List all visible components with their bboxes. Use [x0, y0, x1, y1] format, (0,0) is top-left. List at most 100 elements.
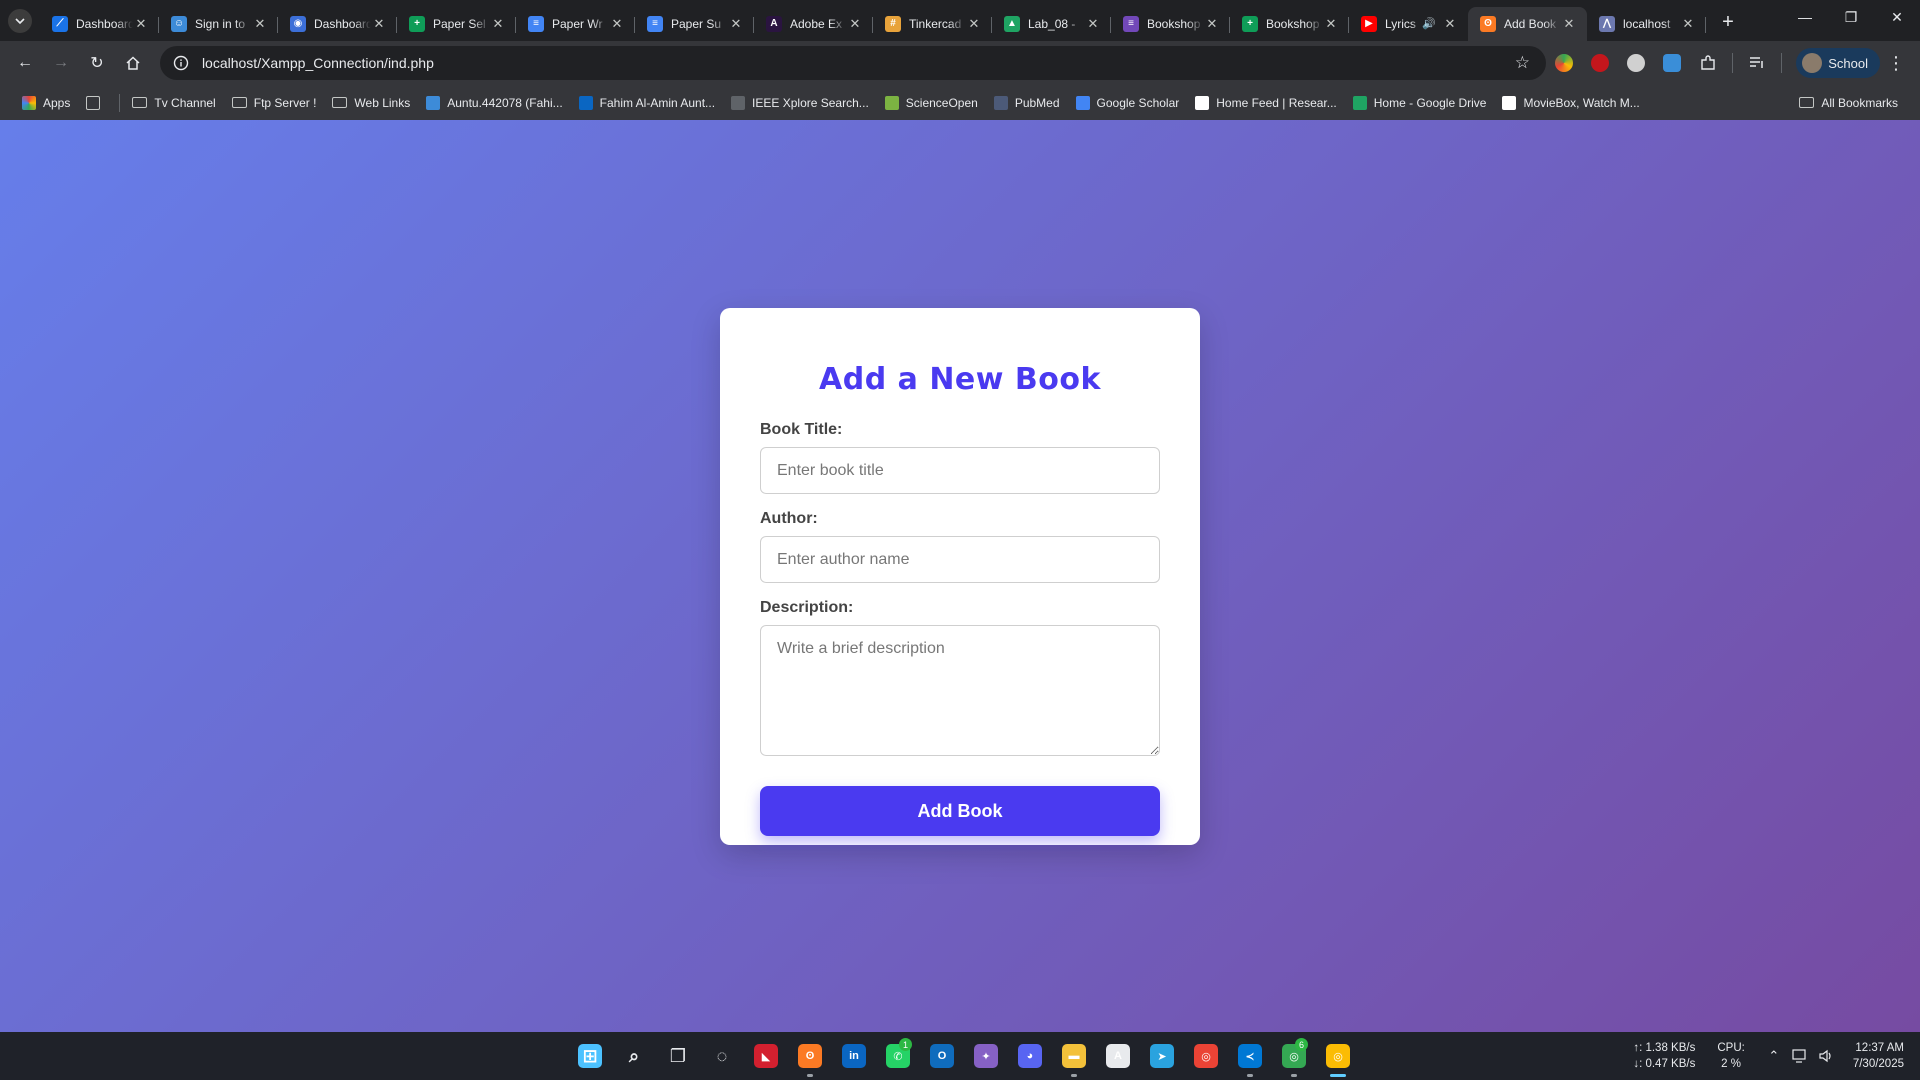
close-tab-icon[interactable]: ✕ [1561, 16, 1577, 32]
taskbar-app[interactable]: ❐ [656, 1032, 700, 1080]
extension-button[interactable] [1618, 46, 1654, 80]
bookmark-item[interactable]: Auntu.442078 (Fahi... [418, 89, 570, 117]
restore-icon[interactable]: ❐ [1828, 0, 1874, 34]
bookmark-item[interactable]: Web Links [324, 89, 418, 117]
extension-button[interactable] [1546, 46, 1582, 80]
extension-button[interactable] [1582, 46, 1618, 80]
taskbar-app[interactable]: ◌ [700, 1032, 744, 1080]
show-hidden-icons-icon[interactable]: ⌃ [1761, 1032, 1787, 1080]
tab[interactable]: ▲ Lab_08 - ✕ [992, 7, 1111, 41]
tab[interactable]: ◉ Dashboard ✕ [278, 7, 397, 41]
taskbar-app[interactable]: ✆ 1 [876, 1032, 920, 1080]
bookmark-item[interactable]: Google Scholar [1068, 89, 1188, 117]
taskbar-app[interactable]: ◕ [1008, 1032, 1052, 1080]
app-store-icon: A [1106, 1044, 1130, 1068]
close-window-icon[interactable]: ✕ [1874, 0, 1920, 34]
close-tab-icon[interactable]: ✕ [371, 16, 387, 32]
close-tab-icon[interactable]: ✕ [1204, 16, 1220, 32]
taskbar-app[interactable]: ✦ [964, 1032, 1008, 1080]
bookmark-item[interactable]: Apps [14, 89, 78, 117]
tab[interactable]: ☺ Sign in to ✕ [159, 7, 278, 41]
taskbar-app[interactable]: ⊞ [568, 1032, 612, 1080]
close-tab-icon[interactable]: ✕ [490, 16, 506, 32]
tab[interactable]: A Adobe Ex ✕ [754, 7, 873, 41]
bookmark-item[interactable]: PubMed [986, 89, 1068, 117]
bookmark-item[interactable]: IEEE Xplore Search... [723, 89, 877, 117]
extension-button[interactable] [1654, 46, 1690, 80]
taskbar-app[interactable]: ◣ [744, 1032, 788, 1080]
bookmark-item[interactable]: ScienceOpen [877, 89, 986, 117]
linkedin-icon [578, 95, 593, 110]
close-tab-icon[interactable]: ✕ [1442, 16, 1458, 32]
tab-title: Bookshop [1266, 16, 1320, 31]
folder-icon [231, 97, 247, 108]
close-tab-icon[interactable]: ✕ [252, 16, 268, 32]
tab[interactable]: ⟋ Dashboard ✕ [40, 7, 159, 41]
tab[interactable]: ʘ Add Book ✕ [1468, 6, 1587, 41]
taskbar-app[interactable]: O [920, 1032, 964, 1080]
tab[interactable]: ≡ Paper Wr ✕ [516, 7, 635, 41]
audio-playing-icon[interactable]: 🔊 [1422, 17, 1436, 30]
add-book-button[interactable]: Add Book [760, 786, 1160, 836]
tab[interactable]: ⋀ localhost ✕ [1587, 7, 1706, 41]
description-textarea[interactable] [760, 625, 1160, 756]
taskbar-app[interactable]: ▬ [1052, 1032, 1096, 1080]
taskbar-app[interactable]: ʘ [788, 1032, 832, 1080]
bookmark-item[interactable] [78, 89, 115, 117]
tab[interactable]: # Tinkercad ✕ [873, 7, 992, 41]
moviebox-icon [1502, 95, 1517, 110]
clock[interactable]: 12:37 AM 7/30/2025 [1853, 1040, 1904, 1072]
profile-label: School [1828, 55, 1869, 71]
taskbar-app[interactable]: ⌕ [612, 1032, 656, 1080]
tab[interactable]: + Paper Sel ✕ [397, 7, 516, 41]
address-bar[interactable]: localhost/Xampp_Connection/ind.php ☆ [159, 46, 1547, 80]
bookmark-star-icon[interactable]: ☆ [1510, 51, 1534, 75]
taskbar-app[interactable]: ◎ [1316, 1032, 1360, 1080]
bookmark-item[interactable]: Ftp Server ! [224, 89, 325, 117]
taskbar-app[interactable]: ◎ [1184, 1032, 1228, 1080]
back-icon[interactable]: ← [8, 46, 42, 80]
media-controls-button[interactable] [1739, 46, 1775, 80]
taskbar-app[interactable]: ◎ 6 [1272, 1032, 1316, 1080]
tab-search-button[interactable] [0, 0, 40, 41]
close-tab-icon[interactable]: ✕ [966, 16, 982, 32]
close-tab-icon[interactable]: ✕ [847, 16, 863, 32]
close-tab-icon[interactable]: ✕ [728, 16, 744, 32]
tab[interactable]: + Bookshop ✕ [1230, 7, 1349, 41]
profile-button[interactable]: School [1796, 48, 1881, 78]
close-tab-icon[interactable]: ✕ [133, 16, 149, 32]
forward-icon[interactable]: → [44, 46, 78, 80]
bookmark-item[interactable]: Home - Google Drive [1345, 89, 1495, 117]
tab[interactable]: ≡ Paper Su ✕ [635, 7, 754, 41]
bookmark-item[interactable]: Tv Channel [124, 89, 223, 117]
network-upload: ↑: 1.38 KB/s [1633, 1042, 1696, 1054]
tab-title: Tinkercad [909, 16, 962, 31]
reload-icon[interactable]: ↻ [80, 46, 114, 80]
extensions-menu-button[interactable] [1690, 46, 1726, 80]
bookmark-item[interactable]: Fahim Al-Amin Aunt... [571, 89, 723, 117]
tab[interactable]: ▶ Lyrics 🔊 ✕ [1349, 7, 1468, 41]
volume-icon[interactable] [1813, 1032, 1839, 1080]
close-tab-icon[interactable]: ✕ [1680, 16, 1696, 32]
author-input[interactable] [760, 536, 1160, 583]
tab[interactable]: ≡ Bookshop ✕ [1111, 7, 1230, 41]
close-tab-icon[interactable]: ✕ [1085, 16, 1101, 32]
linkedin-icon: in [842, 1044, 866, 1068]
taskbar-app[interactable]: A [1096, 1032, 1140, 1080]
bookmark-item[interactable]: Home Feed | Resear... [1187, 89, 1345, 117]
taskbar-app[interactable]: ≺ [1228, 1032, 1272, 1080]
task-view-icon: ❐ [669, 1045, 687, 1066]
all-bookmarks-button[interactable]: All Bookmarks [1791, 85, 1906, 120]
minimize-icon[interactable]: — [1782, 0, 1828, 34]
taskbar-app[interactable]: in [832, 1032, 876, 1080]
close-tab-icon[interactable]: ✕ [609, 16, 625, 32]
home-icon[interactable] [116, 46, 150, 80]
close-tab-icon[interactable]: ✕ [1323, 16, 1339, 32]
taskbar-app[interactable]: ➤ [1140, 1032, 1184, 1080]
more-menu-icon[interactable]: ⋮ [1880, 46, 1912, 80]
book-title-input[interactable] [760, 447, 1160, 494]
new-tab-button[interactable]: + [1712, 7, 1744, 39]
network-icon[interactable] [1787, 1032, 1813, 1080]
bookmark-item[interactable]: MovieBox, Watch M... [1494, 89, 1647, 117]
site-info-icon[interactable] [172, 54, 190, 72]
